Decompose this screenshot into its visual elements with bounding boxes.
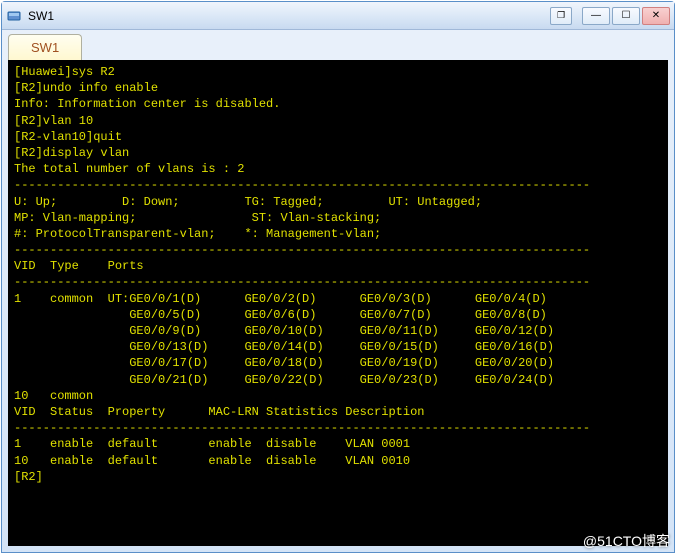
tab-strip: SW1 [2, 30, 674, 60]
terminal-line: [R2] [14, 469, 662, 485]
terminal-line: GE0/0/9(D) GE0/0/10(D) GE0/0/11(D) GE0/0… [14, 323, 662, 339]
terminal-line: Info: Information center is disabled. [14, 96, 662, 112]
terminal-line: VID Type Ports [14, 258, 662, 274]
terminal-line: ----------------------------------------… [14, 274, 662, 290]
tab-sw1[interactable]: SW1 [8, 34, 82, 60]
terminal-line: The total number of vlans is : 2 [14, 161, 662, 177]
app-window: SW1 ❐ — ☐ ✕ SW1 [Huawei]sys R2[R2]undo i… [1, 1, 675, 553]
terminal-line: #: ProtocolTransparent-vlan; *: Manageme… [14, 226, 662, 242]
terminal-line: GE0/0/17(D) GE0/0/18(D) GE0/0/19(D) GE0/… [14, 355, 662, 371]
terminal-output[interactable]: [Huawei]sys R2[R2]undo info enableInfo: … [8, 60, 668, 546]
terminal-line: VID Status Property MAC-LRN Statistics D… [14, 404, 662, 420]
window-controls: — ☐ ✕ [580, 7, 670, 25]
terminal-line: [R2]vlan 10 [14, 113, 662, 129]
terminal-line: GE0/0/13(D) GE0/0/14(D) GE0/0/15(D) GE0/… [14, 339, 662, 355]
terminal-line: GE0/0/5(D) GE0/0/6(D) GE0/0/7(D) GE0/0/8… [14, 307, 662, 323]
window-title: SW1 [28, 9, 550, 23]
terminal-line: [R2]undo info enable [14, 80, 662, 96]
maximize-button[interactable]: ☐ [612, 7, 640, 25]
terminal-line: ----------------------------------------… [14, 177, 662, 193]
terminal-line: [R2]display vlan [14, 145, 662, 161]
watermark: @51CTO博客 [583, 531, 670, 551]
terminal-line: U: Up; D: Down; TG: Tagged; UT: Untagged… [14, 194, 662, 210]
terminal-line: ----------------------------------------… [14, 420, 662, 436]
close-button[interactable]: ✕ [642, 7, 670, 25]
terminal-line: ----------------------------------------… [14, 242, 662, 258]
terminal-line: 10 enable default enable disable VLAN 00… [14, 453, 662, 469]
terminal-line: MP: Vlan-mapping; ST: Vlan-stacking; [14, 210, 662, 226]
terminal-line: 1 common UT:GE0/0/1(D) GE0/0/2(D) GE0/0/… [14, 291, 662, 307]
title-bar[interactable]: SW1 ❐ — ☐ ✕ [2, 2, 674, 30]
terminal-line: [Huawei]sys R2 [14, 64, 662, 80]
terminal-line: 10 common [14, 388, 662, 404]
terminal-line: GE0/0/21(D) GE0/0/22(D) GE0/0/23(D) GE0/… [14, 372, 662, 388]
pop-out-button[interactable]: ❐ [550, 7, 572, 25]
terminal-line: 1 enable default enable disable VLAN 000… [14, 436, 662, 452]
minimize-button[interactable]: — [582, 7, 610, 25]
terminal-line: [R2-vlan10]quit [14, 129, 662, 145]
app-icon [6, 8, 22, 24]
